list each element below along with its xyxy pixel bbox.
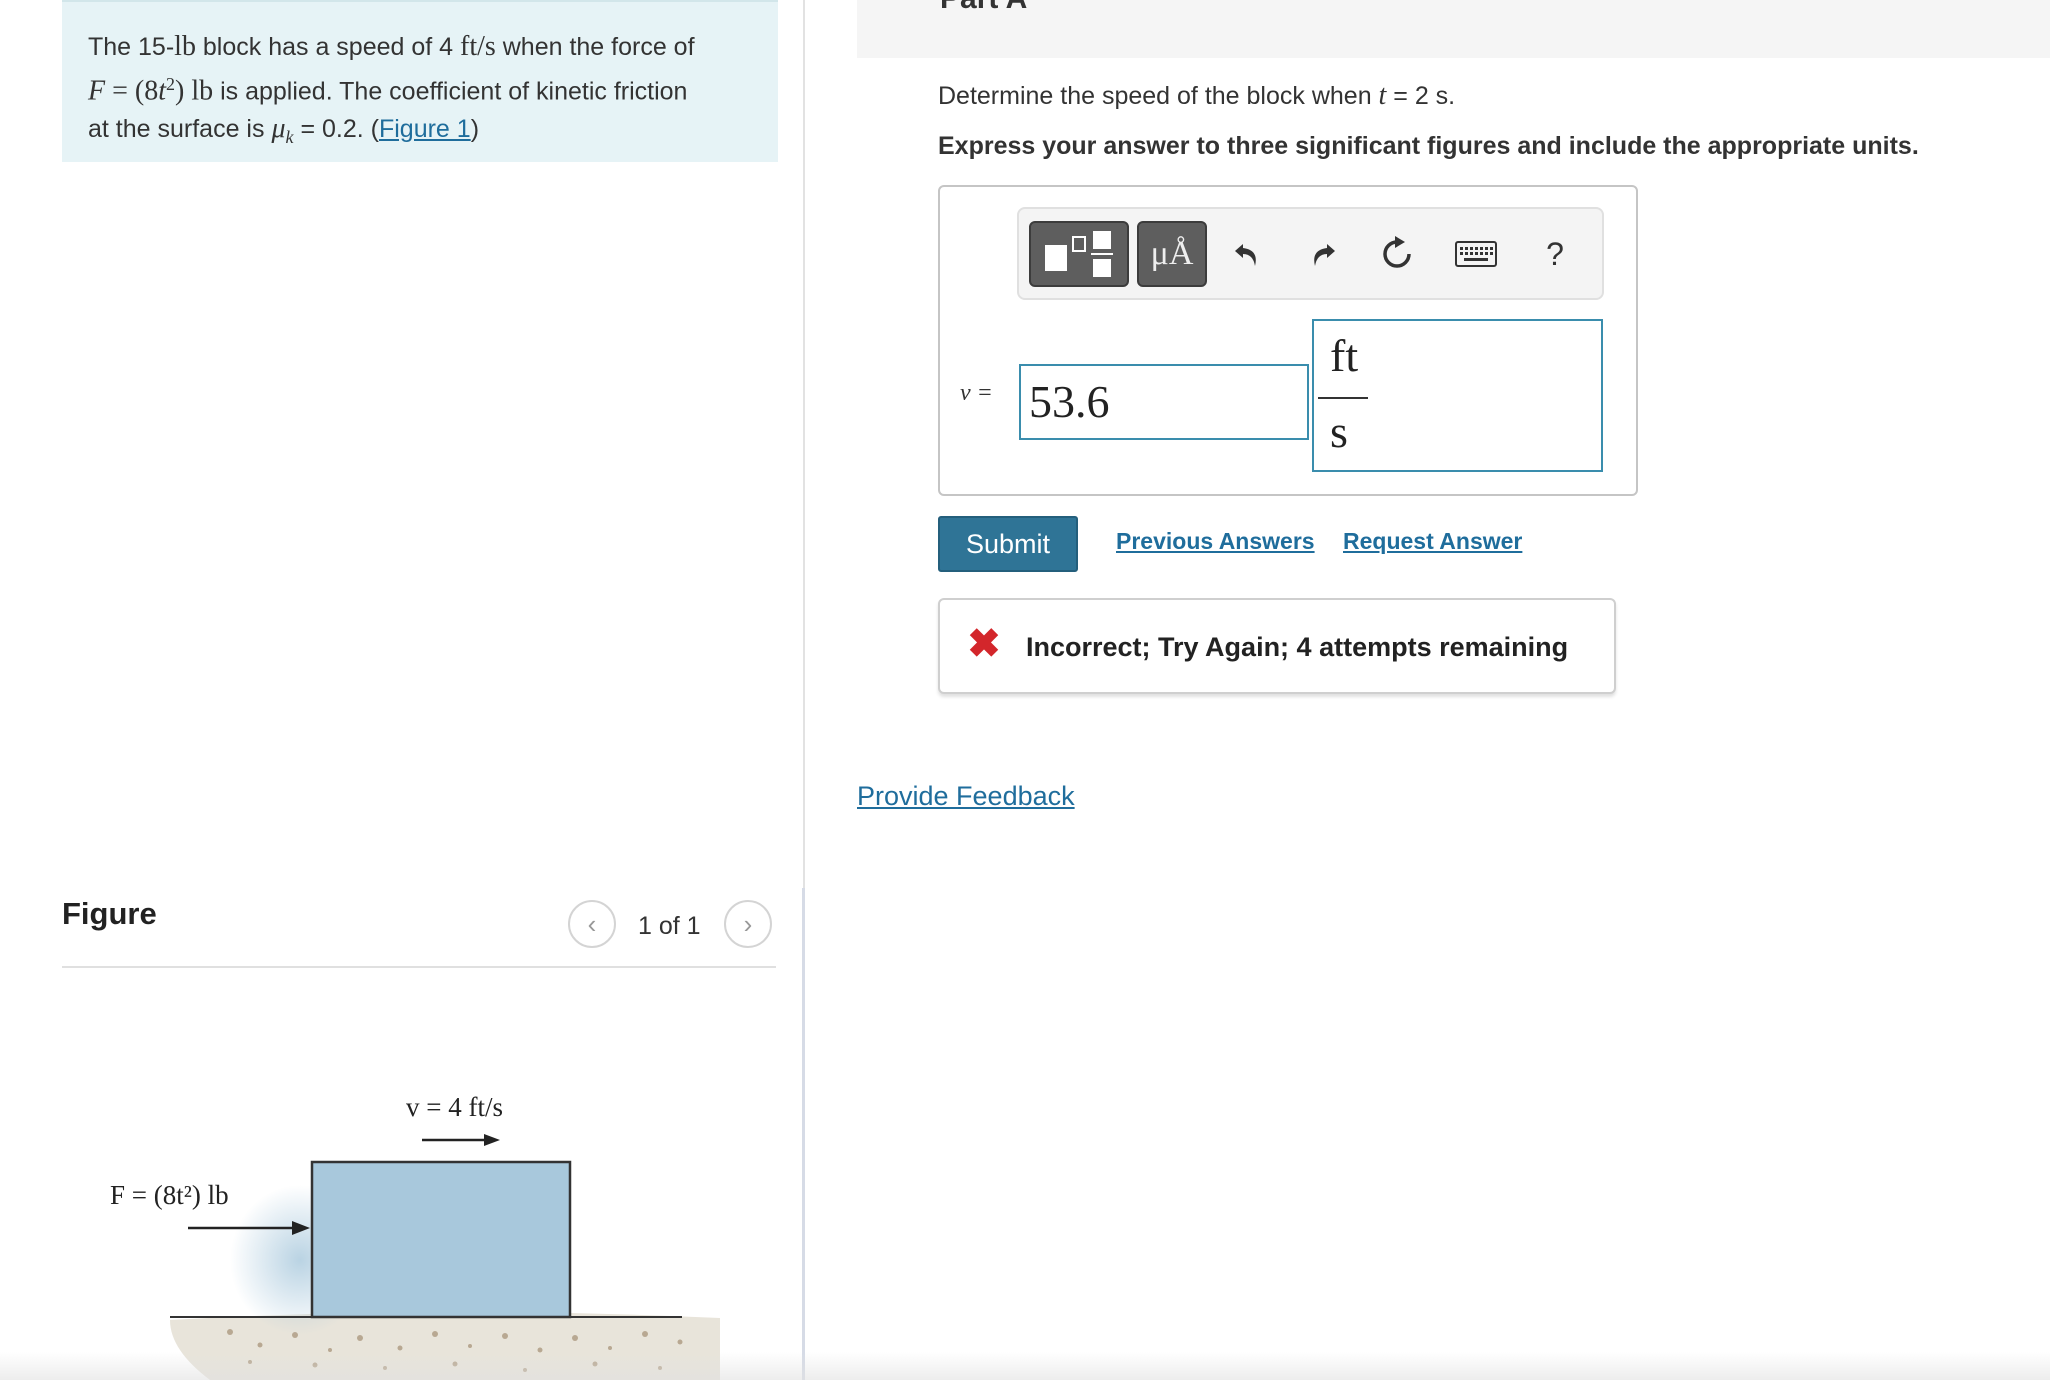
keyboard-button[interactable] [1449,227,1503,281]
problem-text: ) [470,115,480,144]
force-equation: = (8 [105,75,159,107]
panel-divider-accent [802,888,805,1380]
mu-subscript: k [285,127,294,148]
force-label: F = (8t²) lb [110,1180,229,1210]
left-panel: The 15-lb block has a speed of 4 ft/s wh… [0,0,803,1380]
unit-numerator: ft [1330,330,1359,381]
problem-text: The 15- [88,33,175,61]
problem-text: at the surface is [88,115,272,144]
page: The 15-lb block has a speed of 4 ft/s wh… [0,0,2050,1380]
reset-icon [1383,236,1411,268]
problem-text: = 0.2. ( [293,115,379,144]
answer-unit-input[interactable]: ft s [1312,319,1603,472]
figure-counter: 1 of 1 [638,912,701,940]
redo-button[interactable] [1299,227,1347,281]
velocity-arrowhead [484,1134,500,1146]
units-button[interactable]: μÅ [1137,221,1207,287]
unit-denominator: s [1330,406,1348,457]
close-x-icon: ✖ [967,622,1001,666]
part-title: Part A [940,0,1027,16]
unit-fraction-bar [1318,397,1368,399]
templates-icon [1045,231,1113,277]
problem-statement: The 15-lb block has a speed of 4 ft/s wh… [62,0,778,162]
force-symbol: F [88,75,106,107]
reset-button[interactable] [1373,227,1421,281]
figure-heading: Figure [62,896,157,931]
block [310,1160,572,1319]
problem-text: is applied. The coefficient of kinetic f… [213,77,688,106]
redo-icon [1314,244,1335,266]
undo-icon [1235,244,1256,266]
math-toolbar: μÅ ? [1017,207,1604,300]
figure-next-button[interactable]: › [724,900,772,948]
templates-button[interactable] [1029,221,1129,287]
feedback-message: ✖ Incorrect; Try Again; 4 attempts remai… [938,598,1616,694]
keyboard-icon [1455,241,1497,267]
previous-answers-link[interactable]: Previous Answers [1116,528,1315,555]
answer-instruction: Express your answer to three significant… [938,132,1919,160]
figure-divider [62,966,776,968]
figure-prev-button[interactable]: ‹ [568,900,616,948]
velocity-label: v = 4 ft/s [406,1092,503,1122]
force-exponent: 2 [166,74,176,94]
problem-text: when the force of [495,33,695,61]
force-variable: t [158,75,167,107]
undo-button[interactable] [1223,227,1271,281]
variable-label: v = [960,380,993,406]
mu-symbol: μ [271,113,286,145]
submit-button[interactable]: Submit [938,516,1078,572]
mass-unit: lb [174,31,196,62]
force-unit: ) lb [175,75,214,107]
answer-value-input[interactable]: 53.6 [1019,364,1309,440]
question-text: Determine the speed of the block when t … [938,80,1455,112]
figure-link[interactable]: Figure 1 [379,115,471,143]
bottom-scroll-shadow [0,1352,2050,1380]
chevron-left-icon: ‹ [587,908,597,939]
provide-feedback-link[interactable]: Provide Feedback [857,781,1075,812]
chevron-right-icon: › [743,908,753,939]
question-text-a: Determine the speed of the block when [938,82,1379,110]
request-answer-link[interactable]: Request Answer [1343,528,1522,555]
speed-unit: ft/s [460,31,496,62]
part-header [857,0,2050,58]
question-text-b: = 2 s. [1386,82,1456,110]
help-button[interactable]: ? [1531,227,1579,281]
feedback-text: Incorrect; Try Again; 4 attempts remaini… [1026,632,1569,662]
block-figure: v = 4 ft/s F = (8t²) lb [110,1092,720,1380]
problem-text: block has a speed of 4 [195,33,461,61]
